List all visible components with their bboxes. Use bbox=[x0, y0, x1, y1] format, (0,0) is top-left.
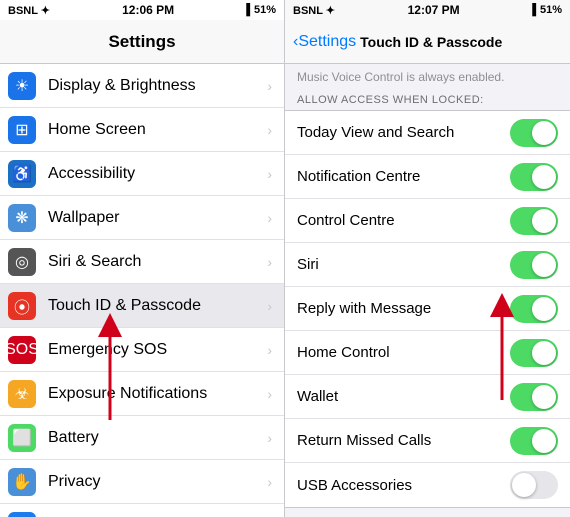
toggle-knob-today-view bbox=[532, 121, 556, 145]
settings-list: ☀Display & Brightness›⊞Home Screen›♿Acce… bbox=[0, 64, 284, 517]
toggle-knob-return-missed bbox=[532, 429, 556, 453]
battery-icon: ⬜ bbox=[8, 424, 36, 452]
right-content: Music Voice Control is always enabled. A… bbox=[285, 64, 570, 517]
toggle-item-siri: Siri bbox=[285, 243, 570, 287]
toggle-label-notification-centre: Notification Centre bbox=[297, 168, 510, 185]
settings-item-privacy[interactable]: ✋ Privacy› bbox=[0, 460, 284, 504]
exposure-label: Exposure Notifications bbox=[48, 385, 267, 403]
toggle-item-home-control: Home Control bbox=[285, 331, 570, 375]
toggle-knob-wallet bbox=[532, 385, 556, 409]
right-nav-bar: ‹ Settings Touch ID & Passcode bbox=[285, 20, 570, 64]
left-time: 12:06 PM bbox=[122, 3, 174, 17]
toggle-knob-reply-message bbox=[532, 297, 556, 321]
toggle-label-wallet: Wallet bbox=[297, 388, 510, 405]
toggle-label-return-missed: Return Missed Calls bbox=[297, 432, 510, 449]
right-carrier: BSNL ✦ bbox=[293, 4, 335, 17]
left-carrier: BSNL ✦ bbox=[8, 4, 50, 17]
right-title: Touch ID & Passcode bbox=[360, 34, 562, 50]
toggle-wallet[interactable] bbox=[510, 383, 558, 411]
battery-label: Battery bbox=[48, 429, 267, 447]
settings-item-wallpaper[interactable]: ❋ Wallpaper› bbox=[0, 196, 284, 240]
exposure-icon: ☣ bbox=[8, 380, 36, 408]
right-battery: ▌51% bbox=[532, 4, 562, 16]
section-header: ALLOW ACCESS WHEN LOCKED: bbox=[285, 90, 570, 110]
left-battery: ▌51% bbox=[246, 4, 276, 16]
settings-item-battery[interactable]: ⬜ Battery› bbox=[0, 416, 284, 460]
toggle-label-siri: Siri bbox=[297, 256, 510, 273]
right-time: 12:07 PM bbox=[408, 3, 460, 17]
back-button[interactable]: ‹ Settings bbox=[293, 33, 356, 51]
toggle-knob-notification-centre bbox=[532, 165, 556, 189]
toggle-knob-usb bbox=[512, 473, 536, 497]
siri-icon: ◎ bbox=[8, 248, 36, 276]
display-icon: ☀ bbox=[8, 72, 36, 100]
toggle-item-wallet: Wallet bbox=[285, 375, 570, 419]
toggle-home-control[interactable] bbox=[510, 339, 558, 367]
settings-item-app-store[interactable]: AApp Store› bbox=[0, 504, 284, 517]
left-status-bar: BSNL ✦ 12:06 PM ▌51% bbox=[0, 0, 284, 20]
emergency-label: Emergency SOS bbox=[48, 341, 267, 359]
toggle-item-notification-centre: Notification Centre bbox=[285, 155, 570, 199]
wallpaper-chevron: › bbox=[267, 210, 272, 226]
bottom-note: Unlock iPhone to allow USB accessories t… bbox=[285, 508, 570, 517]
toggle-label-home-control: Home Control bbox=[297, 344, 510, 361]
settings-item-siri[interactable]: ◎ Siri & Search› bbox=[0, 240, 284, 284]
display-chevron: › bbox=[267, 78, 272, 94]
wallpaper-label: Wallpaper bbox=[48, 209, 267, 227]
touch-id-icon: ⦿ bbox=[8, 292, 36, 320]
app-store-icon: A bbox=[8, 512, 36, 517]
battery-chevron: › bbox=[267, 430, 272, 446]
left-nav-bar: Settings bbox=[0, 20, 284, 64]
top-note: Music Voice Control is always enabled. bbox=[285, 64, 570, 90]
toggle-knob-control-centre bbox=[532, 209, 556, 233]
wallpaper-icon: ❋ bbox=[8, 204, 36, 232]
home-screen-label: Home Screen bbox=[48, 121, 267, 139]
left-panel: BSNL ✦ 12:06 PM ▌51% Settings ☀ Display &… bbox=[0, 0, 285, 517]
toggle-item-today-view: Today View and Search bbox=[285, 111, 570, 155]
toggle-label-reply-message: Reply with Message bbox=[297, 300, 510, 317]
accessibility-chevron: › bbox=[267, 166, 272, 182]
privacy-chevron: › bbox=[267, 474, 272, 490]
toggle-today-view[interactable] bbox=[510, 119, 558, 147]
accessibility-label: Accessibility bbox=[48, 165, 267, 183]
toggle-usb[interactable] bbox=[510, 471, 558, 499]
touch-id-label: Touch ID & Passcode bbox=[48, 297, 267, 315]
toggle-label-control-centre: Control Centre bbox=[297, 212, 510, 229]
settings-item-emergency[interactable]: SOS Emergency SOS› bbox=[0, 328, 284, 372]
exposure-chevron: › bbox=[267, 386, 272, 402]
toggle-siri[interactable] bbox=[510, 251, 558, 279]
toggle-notification-centre[interactable] bbox=[510, 163, 558, 191]
siri-chevron: › bbox=[267, 254, 272, 270]
privacy-label: Privacy bbox=[48, 473, 267, 491]
toggle-control-centre[interactable] bbox=[510, 207, 558, 235]
settings-item-touch-id[interactable]: ⦿ Touch ID & Passcode› bbox=[0, 284, 284, 328]
settings-item-accessibility[interactable]: ♿ Accessibility› bbox=[0, 152, 284, 196]
settings-item-home-screen[interactable]: ⊞ Home Screen› bbox=[0, 108, 284, 152]
toggle-item-control-centre: Control Centre bbox=[285, 199, 570, 243]
home-screen-chevron: › bbox=[267, 122, 272, 138]
touch-id-chevron: › bbox=[267, 298, 272, 314]
toggle-list: Today View and Search Notification Centre… bbox=[285, 110, 570, 508]
right-status-bar: BSNL ✦ 12:07 PM ▌51% bbox=[285, 0, 570, 20]
toggle-knob-siri bbox=[532, 253, 556, 277]
toggle-label-usb: USB Accessories bbox=[297, 477, 510, 494]
right-panel: BSNL ✦ 12:07 PM ▌51% ‹ Settings Touch ID… bbox=[285, 0, 570, 517]
toggle-label-today-view: Today View and Search bbox=[297, 124, 510, 141]
privacy-icon: ✋ bbox=[8, 468, 36, 496]
display-label: Display & Brightness bbox=[48, 77, 267, 95]
settings-item-exposure[interactable]: ☣ Exposure Notifications› bbox=[0, 372, 284, 416]
toggle-knob-home-control bbox=[532, 341, 556, 365]
emergency-icon: SOS bbox=[8, 336, 36, 364]
toggle-item-return-missed: Return Missed Calls bbox=[285, 419, 570, 463]
accessibility-icon: ♿ bbox=[8, 160, 36, 188]
toggle-item-usb: USB Accessories bbox=[285, 463, 570, 507]
toggle-return-missed[interactable] bbox=[510, 427, 558, 455]
left-title: Settings bbox=[108, 32, 175, 52]
toggle-reply-message[interactable] bbox=[510, 295, 558, 323]
toggle-item-reply-message: Reply with Message bbox=[285, 287, 570, 331]
home-screen-icon: ⊞ bbox=[8, 116, 36, 144]
settings-item-display[interactable]: ☀ Display & Brightness› bbox=[0, 64, 284, 108]
siri-label: Siri & Search bbox=[48, 253, 267, 271]
emergency-chevron: › bbox=[267, 342, 272, 358]
